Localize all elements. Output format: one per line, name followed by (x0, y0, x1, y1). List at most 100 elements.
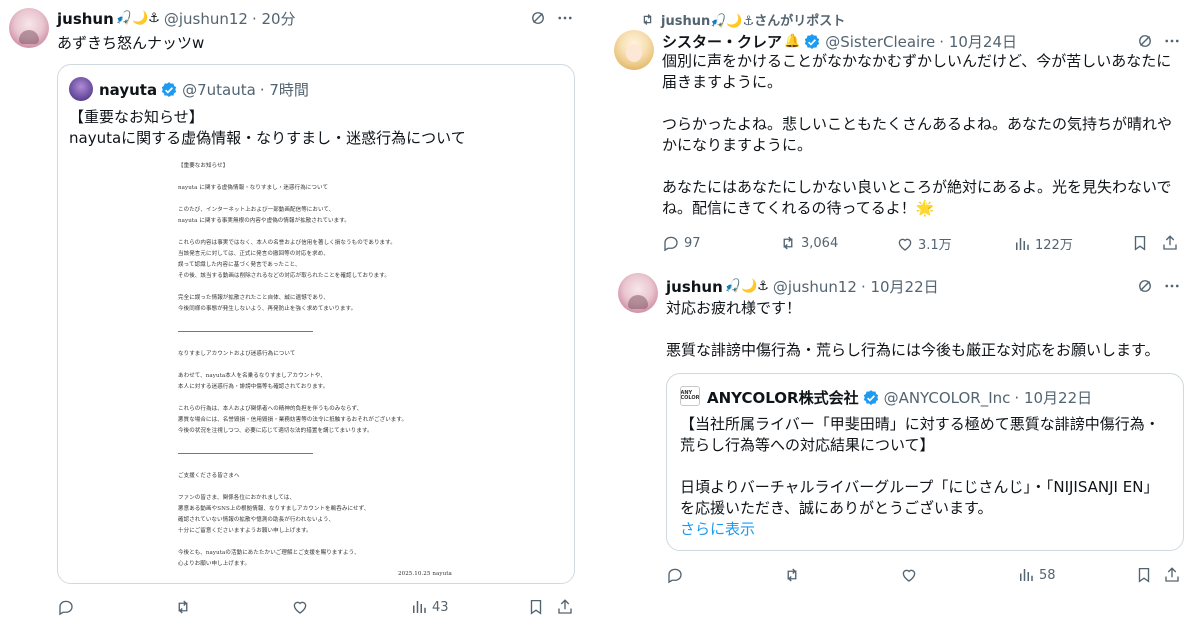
like-button[interactable] (900, 566, 918, 584)
avatar[interactable] (614, 30, 654, 70)
author-emoji: 🎣🌙⚓ (724, 279, 769, 294)
more-icon[interactable] (1163, 277, 1181, 295)
quote-handle: @ANYCOLOR_Inc (883, 388, 1011, 407)
show-more-link[interactable]: さらに表示 (680, 519, 755, 540)
grok-icon[interactable] (1136, 32, 1154, 50)
post-header: シスター・クレア 🔔 @SisterCleaire · 10月24日 (662, 31, 1017, 52)
quote-handle: @7utauta (182, 80, 256, 99)
doc-line: 悪意ある動画やSNS上の根拠情報、なりすましアカウントを鵜呑みにせず、 (178, 506, 370, 512)
doc-line: 心よりお願い申し上げます。 (178, 561, 251, 567)
like-button[interactable] (291, 598, 309, 616)
doc-line: このたび、インターネット上および一部動画配信等において、 (178, 207, 335, 213)
doc-line: 悪質な場合には、名誉毀損・信用毀損・業務妨害等の法令に抵触するおそれがございます… (178, 417, 408, 423)
views-button[interactable]: 122万 (1013, 234, 1073, 253)
doc-line: 確認されていない情報の拡散や憶測の助長が行われないよう、 (178, 517, 335, 523)
post-time[interactable]: · 10月22日 (861, 276, 939, 297)
doc-divider (178, 331, 313, 332)
doc-line: 今後同様の事態が発生しないよう、再発防止を強く求めてまいります。 (178, 306, 357, 312)
author-name[interactable]: jushun (666, 278, 723, 296)
doc-divider (178, 453, 313, 454)
quote-author-name: ANYCOLOR株式会社 (707, 389, 859, 407)
quoted-post[interactable]: ANY COLOR ANYCOLOR株式会社 @ANYCOLOR_Inc · 1… (666, 373, 1184, 551)
share-button[interactable] (556, 598, 574, 616)
repost-button[interactable] (174, 598, 192, 616)
repost-button[interactable]: 3,064 (779, 234, 838, 252)
bookmark-button[interactable] (1135, 566, 1153, 584)
post-header: jushun 🎣🌙⚓ @jushun12 · 20分 (57, 8, 296, 29)
author-emoji: 🎣🌙⚓ (115, 11, 160, 26)
doc-date-sign: 2025.10.25 nayuta (398, 571, 452, 577)
doc-line: nayuta に関する事実無根の内容や虚偽の情報が拡散されています。 (178, 218, 350, 224)
quote-text-line2: nayutaに関する虚偽情報・なりすまし・迷惑行為について (69, 129, 466, 147)
repost-button[interactable] (783, 566, 801, 584)
doc-line: 誤って認識した内容に基づく発言であったこと、 (178, 262, 301, 268)
repost-label[interactable]: jushun🎣🌙⚓さんがリポスト (640, 10, 845, 29)
quote-time: · 10月22日 (1014, 389, 1093, 407)
grok-icon[interactable] (529, 9, 547, 27)
document-image[interactable]: 【重要なお知らせ】 nayuta に関する虚偽情報・なりすまし・迷惑行為について… (58, 153, 574, 583)
author-handle[interactable]: @jushun12 (164, 10, 248, 28)
doc-title: 【重要なお知らせ】 (178, 163, 229, 169)
anycolor-logo-text: ANY COLOR (680, 390, 700, 401)
post-text: 対応お疲れ様です！ 悪質な誹謗中傷行為・荒らし行為には今後も厳正な対応をお願いし… (666, 299, 1160, 359)
post-time[interactable]: · 20分 (252, 8, 296, 29)
author-name[interactable]: シスター・クレア (662, 31, 782, 52)
views-button[interactable]: 43 (410, 598, 449, 616)
quote-time: · 7時間 (259, 81, 309, 99)
post-text: 個別に声をかけることがなかなかむずかしいんだけど、今が苦しいあなたに 届きますよ… (662, 52, 1173, 217)
share-button[interactable] (1161, 234, 1179, 252)
reply-count: 97 (684, 235, 701, 251)
post-header: jushun 🎣🌙⚓ @jushun12 · 10月22日 (666, 276, 939, 297)
share-button[interactable] (1163, 566, 1181, 584)
verified-icon (160, 81, 178, 99)
doc-heading: ご支援くださる皆さまへ (178, 473, 240, 479)
more-icon[interactable] (556, 9, 574, 27)
views-button[interactable]: 58 (1017, 566, 1056, 584)
author-handle[interactable]: @jushun12 (773, 278, 857, 296)
author-name[interactable]: jushun (57, 10, 114, 28)
doc-line: あわせて、nayuta本人を名乗るなりすましアカウントや、 (178, 373, 326, 379)
quote-header: ANYCOLOR株式会社 @ANYCOLOR_Inc · 10月22日 (707, 387, 1092, 408)
repost-count: 3,064 (801, 235, 839, 251)
quote-text: 【当社所属ライバー「甲斐田晴」に対する極めて悪質な誹謗中傷行為・ 荒らし行為等へ… (680, 415, 1160, 517)
verified-icon (803, 33, 821, 51)
doc-line: その後、該当する動画は削除されるなどの対応が取られたことを確認しております。 (178, 273, 390, 279)
quote-avatar (69, 77, 93, 101)
views-count: 122万 (1035, 238, 1073, 253)
verified-gold-icon (862, 389, 880, 407)
doc-line: ファンの皆さま、関係各位におかれましては、 (178, 495, 296, 501)
views-count: 43 (432, 599, 449, 615)
avatar[interactable] (618, 273, 658, 313)
doc-line: 十分にご留意くださいますようお願い申し上げます。 (178, 528, 312, 534)
repost-icon (640, 12, 655, 27)
doc-line: 今後とも、nayutaの活動にあたたかいご理解とご支援を賜りますよう、 (178, 550, 360, 556)
doc-subject: nayuta に関する虚偽情報・なりすまし・迷惑行為について (178, 185, 329, 191)
author-handle[interactable]: @SisterCleaire (825, 33, 935, 51)
reply-button[interactable]: 97 (662, 234, 701, 252)
post-time[interactable]: · 10月24日 (939, 31, 1017, 52)
doc-line: これらの行為は、本人および関係者への精神的負担を伴うものみならず、 (178, 406, 363, 412)
repost-label-text: jushun🎣🌙⚓さんがリポスト (661, 14, 846, 29)
like-button[interactable]: 3.1万 (896, 234, 952, 253)
doc-line: 本人に対する迷惑行為・誹謗中傷等も確認されております。 (178, 384, 329, 390)
avatar[interactable] (9, 8, 49, 48)
doc-heading: なりすましアカウントおよび迷惑行為について (178, 351, 296, 357)
anycolor-logo: ANY COLOR (680, 386, 700, 406)
doc-line: これらの内容は事実ではなく、本人の名誉および信用を著しく損なうものであります。 (178, 240, 396, 246)
like-count: 3.1万 (918, 238, 952, 253)
quoted-post[interactable]: nayuta @7utauta · 7時間 【重要なお知らせ】 nayutaに関… (57, 64, 575, 584)
doc-line: 今後の状況を注視しつつ、必要に応じて適切な法的措置を講じてまいります。 (178, 428, 373, 434)
bookmark-button[interactable] (527, 598, 545, 616)
doc-line: 完全に誤った情報が拡散されたこと自体、誠に遺憾であり、 (178, 295, 329, 301)
reply-button[interactable] (666, 566, 684, 584)
reply-button[interactable] (57, 598, 75, 616)
bookmark-button[interactable] (1131, 234, 1149, 252)
views-count: 58 (1039, 567, 1056, 583)
quote-text-line1: 【重要なお知らせ】 (69, 108, 204, 126)
doc-line: 当該発言元に対しては、正式に発言の撤回等の対応を求め、 (178, 251, 329, 257)
more-icon[interactable] (1163, 32, 1181, 50)
quote-header: nayuta @7utauta · 7時間 (99, 79, 309, 100)
grok-icon[interactable] (1136, 277, 1154, 295)
post-text: あずきち怒んナッツw (57, 34, 205, 52)
author-emoji: 🔔 (784, 34, 801, 49)
